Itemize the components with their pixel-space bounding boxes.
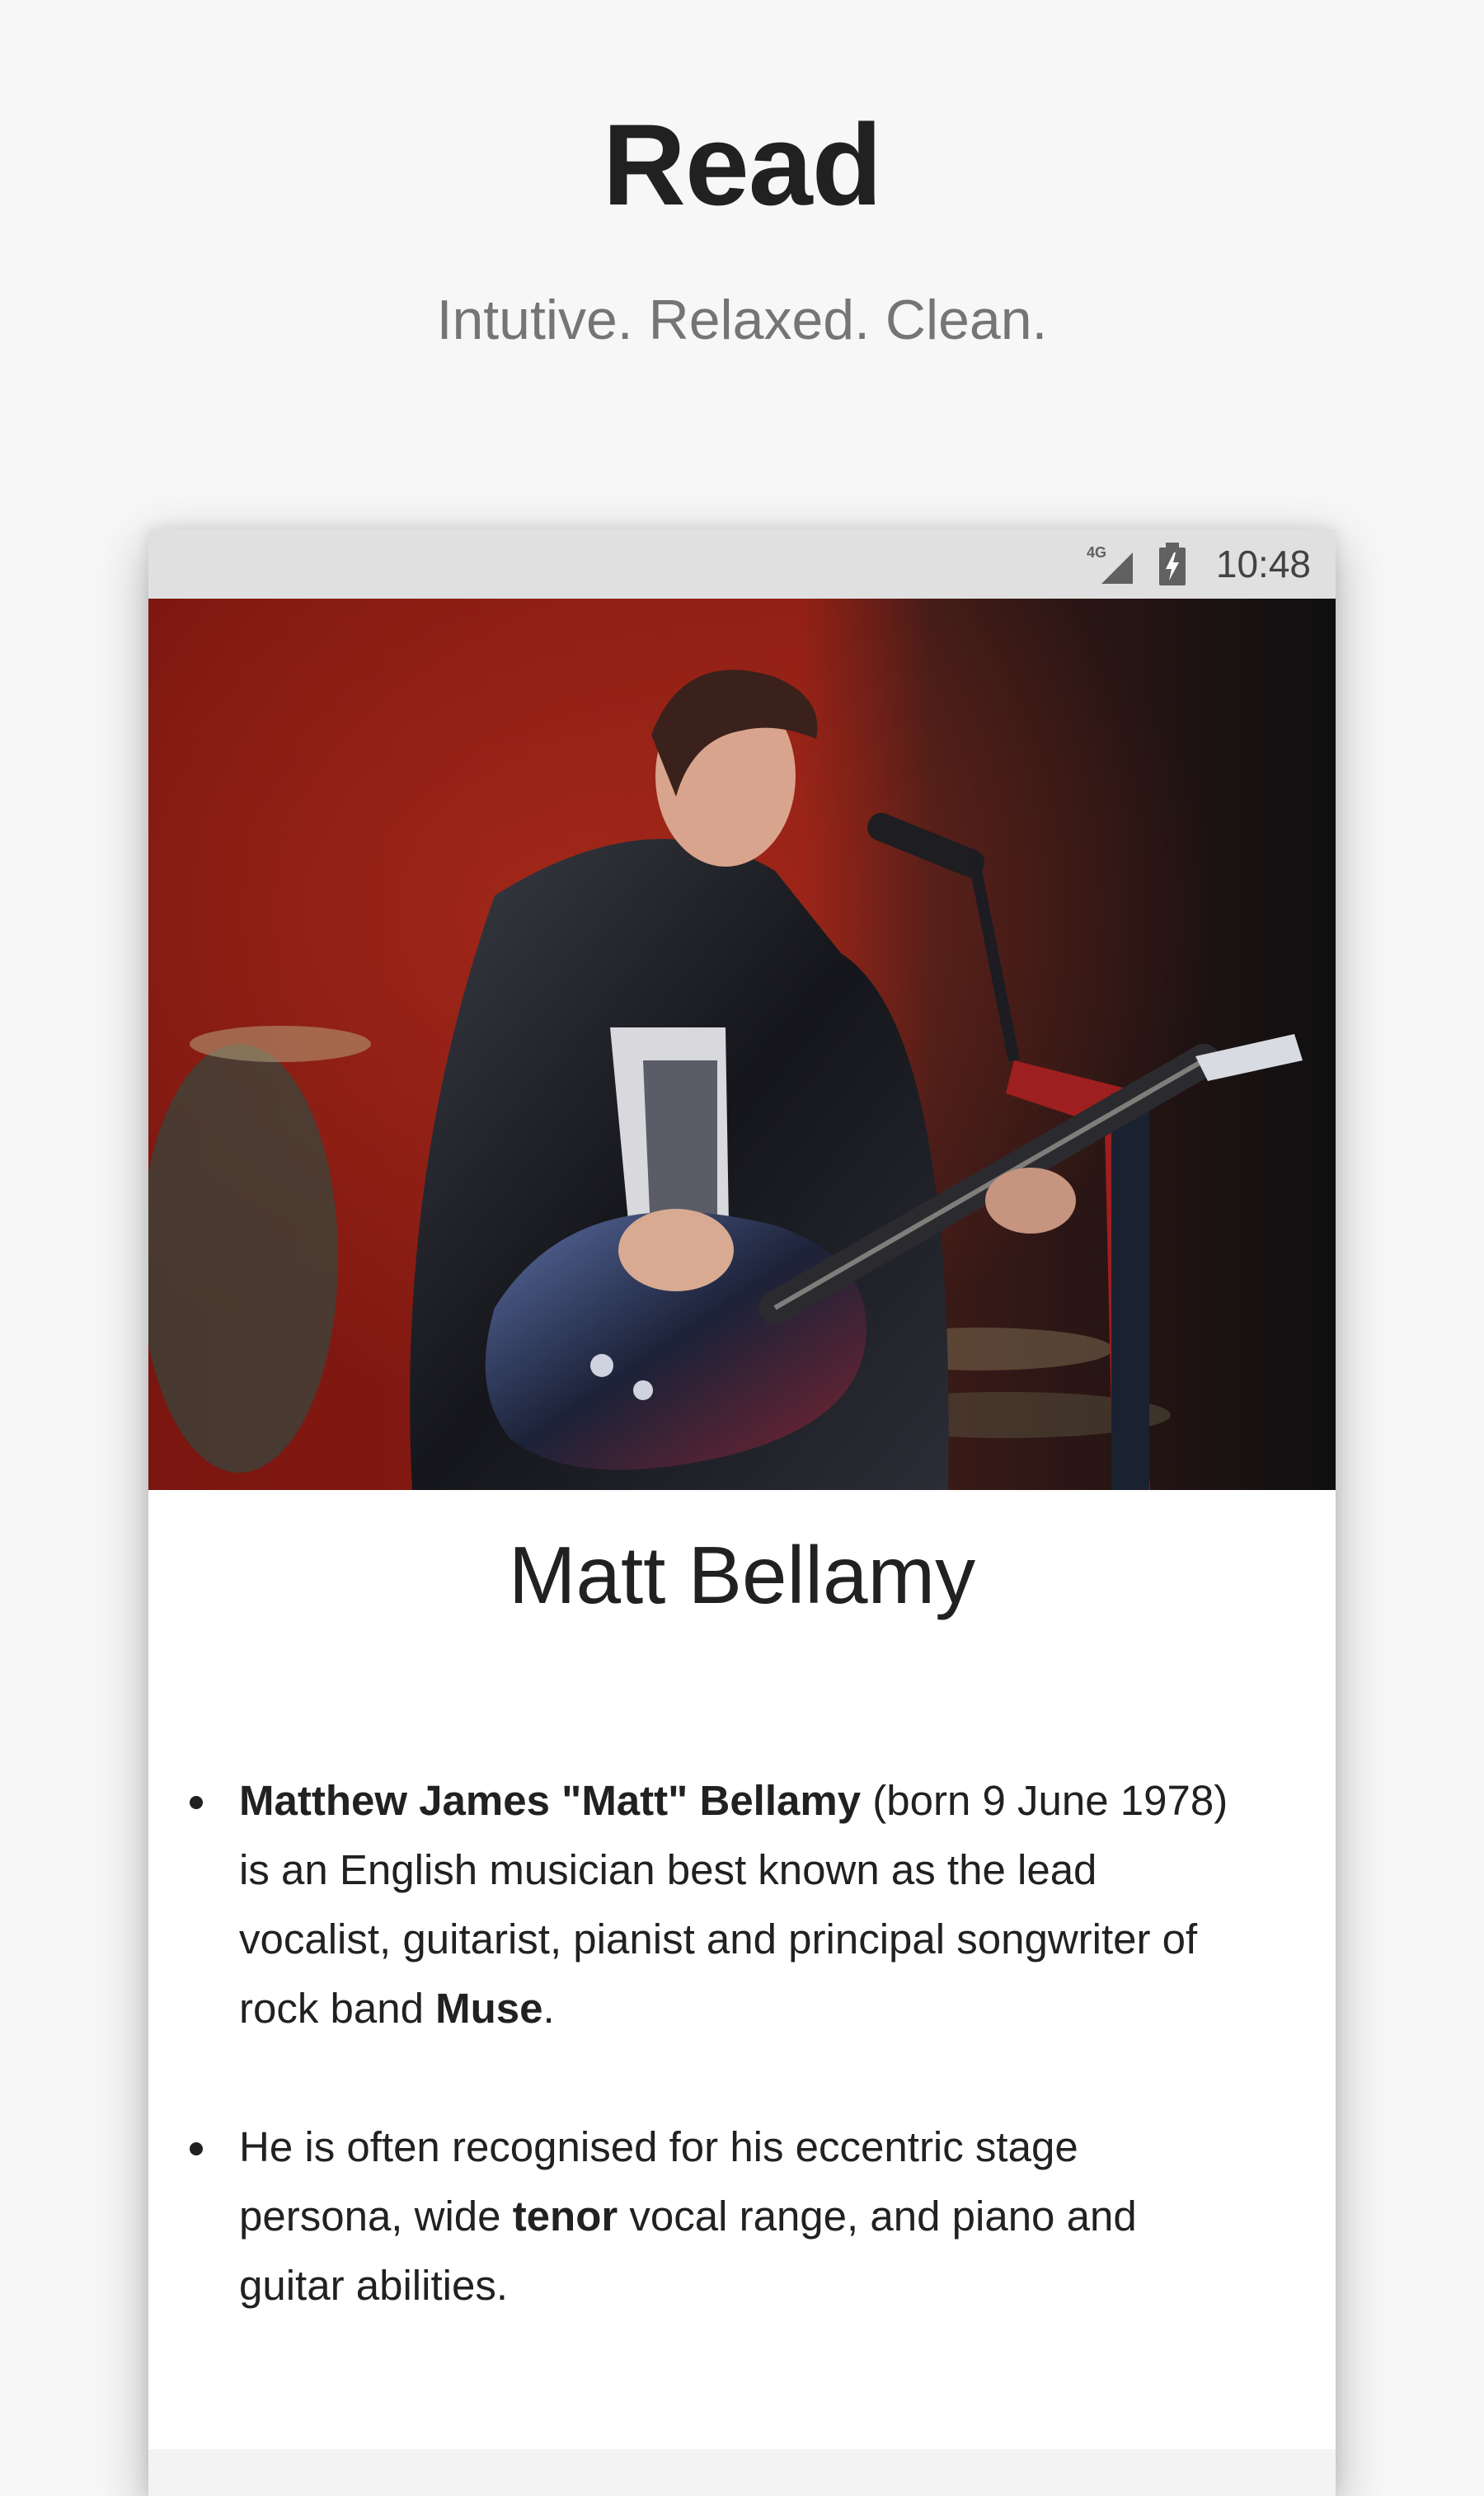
status-time: 10:48: [1215, 543, 1311, 585]
network-type-label: 4G: [1087, 544, 1106, 561]
concert-photo: [148, 599, 1336, 1490]
bullet-icon: [190, 2142, 203, 2155]
summary-text: .: [542, 1985, 555, 2032]
article-title: Matt Bellamy: [508, 1530, 976, 1620]
hero-subtitle: Intutive. Relaxed. Clean.: [436, 289, 1048, 351]
summary-bold-text: tenor: [512, 2193, 618, 2240]
battery-charging-icon: [1159, 543, 1186, 585]
cellular-signal-icon: 4G: [1087, 544, 1133, 584]
hero-title: Read: [602, 100, 882, 229]
status-bar: 4G 10:48: [148, 529, 1336, 599]
summary-item: He is often recognised for his eccentric…: [190, 2113, 1253, 2320]
summary-item: Matthew James "Matt" Bellamy (born 9 Jun…: [190, 1766, 1253, 2043]
summary-bold-text: Matthew James "Matt" Bellamy: [239, 1777, 862, 1824]
concert-photo-illustration: [148, 599, 1336, 1490]
phone-frame: 4G 10:48 Matt Bellamy Matthew James "Mat…: [148, 529, 1336, 2496]
bullet-icon: [190, 1796, 203, 1809]
summary-bold-text: Muse: [435, 1985, 543, 2032]
summary-list: Matthew James "Matt" Bellamy (born 9 Jun…: [190, 1766, 1253, 2390]
phone-footer: [148, 2449, 1336, 2496]
